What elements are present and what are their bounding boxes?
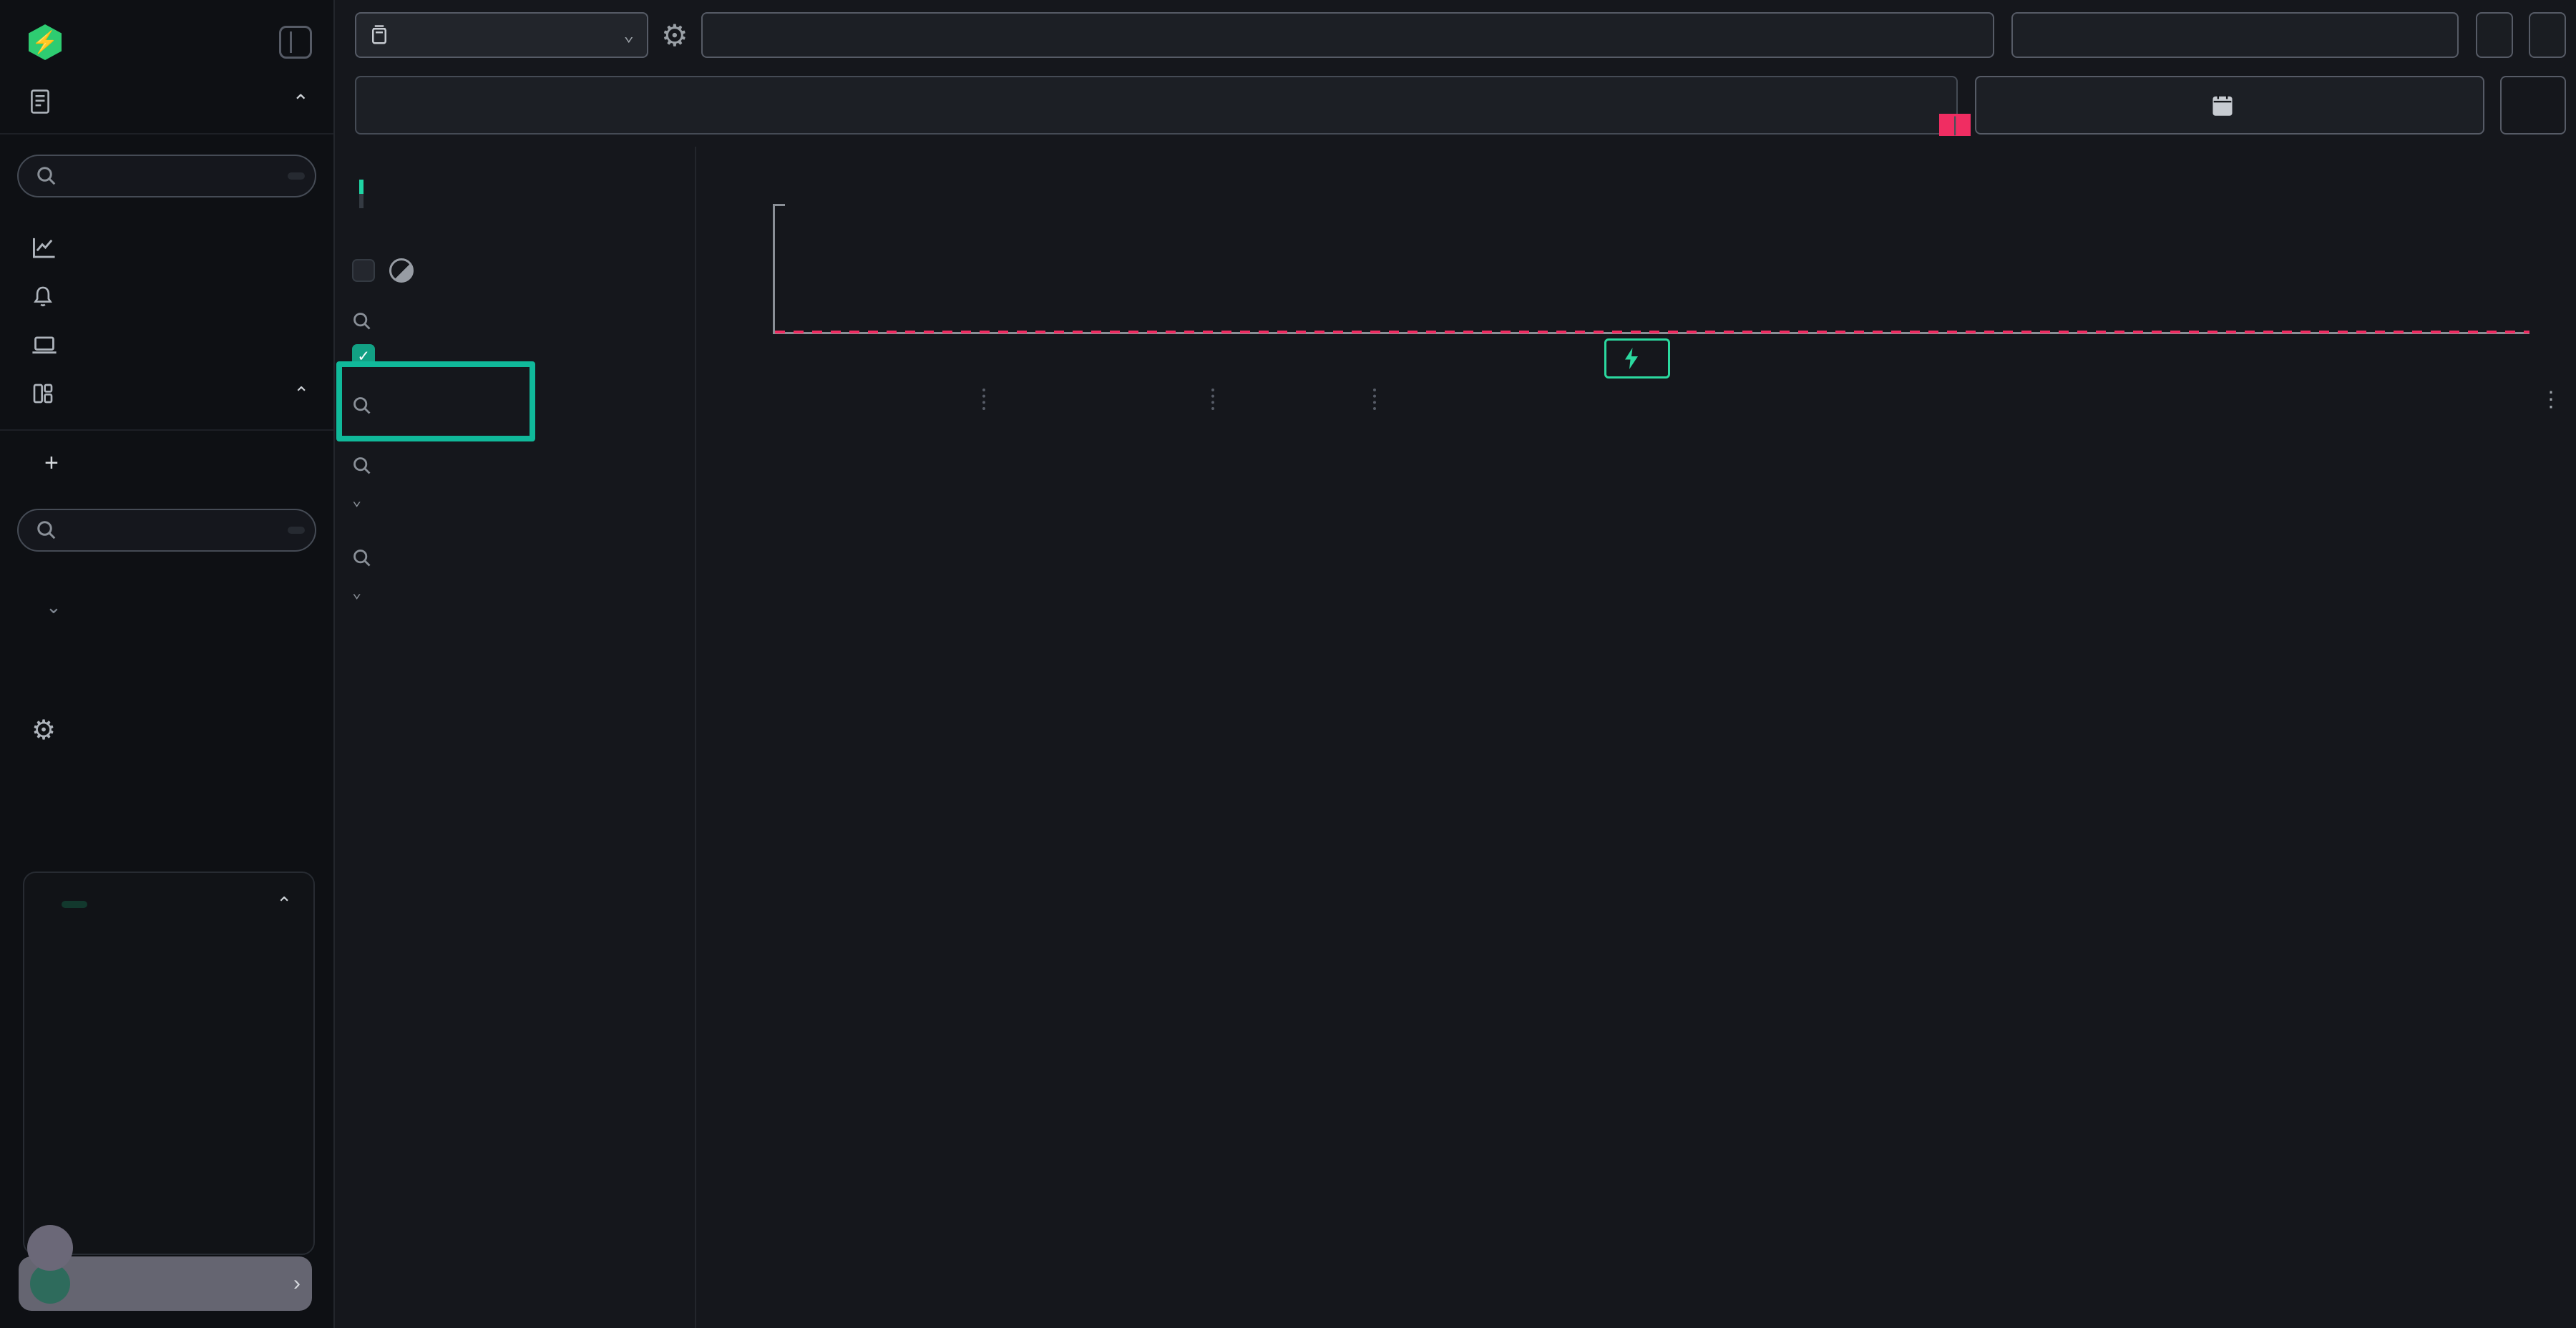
denoise-results-filter[interactable] <box>352 258 675 283</box>
dashboard-grid-icon <box>31 382 63 405</box>
hyperdx-app: ⚡ ⌃ <box>0 0 2576 1328</box>
help-button[interactable] <box>27 1225 73 1271</box>
severity-filter-group <box>352 311 675 331</box>
chevron-up-icon[interactable]: ⌃ <box>293 90 309 114</box>
search-icon[interactable] <box>352 396 372 416</box>
sidebar-item-dashboards[interactable]: ⌃ <box>0 369 333 418</box>
sidebar-item-search[interactable]: ⌃ <box>0 60 333 135</box>
topbar: ⌄ ⚙ | <box>336 0 2576 147</box>
divider: | <box>1939 114 1971 136</box>
column-resize-handle[interactable] <box>1211 389 1219 410</box>
source-settings-gear-icon[interactable]: ⚙ <box>661 18 688 53</box>
preset-item-clickhouse[interactable] <box>0 624 333 643</box>
shortcut-badge <box>288 527 305 534</box>
mode-event-patterns[interactable] <box>364 194 675 208</box>
get-started-card: ⌃ <box>23 872 315 1255</box>
preset-item-services[interactable] <box>0 643 333 661</box>
create-dashboard-button[interactable]: + <box>0 438 333 489</box>
chevron-updown-icon: ⌄ <box>624 25 634 45</box>
span-filter-group <box>352 548 675 568</box>
denoise-icon <box>389 258 414 283</box>
severity-option-error[interactable]: ✓ <box>352 344 675 367</box>
order-by-input[interactable] <box>2011 12 2459 58</box>
checked-checkbox[interactable]: ✓ <box>352 344 375 367</box>
results-area: ⋮ <box>698 147 2576 1328</box>
chevron-up-icon[interactable]: ⌃ <box>276 893 292 915</box>
calendar-icon <box>2212 94 2233 117</box>
chevron-up-icon[interactable]: ⌃ <box>293 383 309 405</box>
get-started-progress-badge <box>62 901 87 908</box>
divider <box>0 429 333 431</box>
search-icon <box>36 519 57 541</box>
column-resize-handle[interactable] <box>1373 389 1380 410</box>
lightning-bolt-icon <box>1624 348 1639 369</box>
presets-toggle[interactable]: ⌄ <box>0 577 333 624</box>
column-resize-handle[interactable] <box>982 389 990 410</box>
bell-icon <box>31 285 63 309</box>
mode-results-table[interactable] <box>364 180 675 194</box>
chart-icon <box>31 236 63 259</box>
sidebar-item-client-sessions[interactable] <box>0 322 333 369</box>
sidebar-collapse-icon[interactable] <box>279 26 312 59</box>
filters-panel: ✓ ⌄ ⌄ <box>336 147 696 1328</box>
search-icon[interactable] <box>352 548 372 568</box>
column-settings-icon[interactable]: ⋮ <box>2530 387 2562 412</box>
results-table: ⋮ <box>705 383 2562 1328</box>
database-icon <box>369 24 389 46</box>
shortcut-badge <box>288 172 305 180</box>
no-saved-searches-label <box>0 197 333 223</box>
baseline-series <box>775 331 2529 333</box>
hyperdx-logo-icon: ⚡ <box>29 24 62 60</box>
preset-item-kubernetes[interactable] <box>0 661 333 680</box>
source-select[interactable]: ⌄ <box>355 12 648 58</box>
chevron-right-icon: › <box>293 1271 301 1296</box>
event-search-input[interactable]: | <box>355 76 1958 135</box>
saved-dashboards-input[interactable] <box>17 509 316 552</box>
trace-show-more[interactable]: ⌄ <box>352 492 675 509</box>
saved-searches-input[interactable] <box>17 155 316 197</box>
gear-icon: ⚙ <box>31 714 56 746</box>
sidebar-item-alerts[interactable] <box>0 272 333 322</box>
chart-plot-area[interactable] <box>773 204 2529 334</box>
sidebar: ⚡ ⌃ <box>0 0 335 1328</box>
alerts-button[interactable] <box>2529 12 2566 58</box>
trace-filter-group <box>352 456 675 476</box>
search-icon[interactable] <box>352 456 372 476</box>
search-icon <box>36 165 57 187</box>
sidebar-item-chart-explorer[interactable] <box>0 223 333 272</box>
no-saved-dashboards-label <box>0 552 333 577</box>
sidebar-item-team-settings[interactable]: ⚙ <box>0 680 333 753</box>
run-query-button[interactable] <box>2500 76 2566 135</box>
save-button[interactable] <box>2476 12 2513 58</box>
service-filter-group <box>352 396 675 416</box>
log-search-icon <box>29 89 52 114</box>
logo-row: ⚡ <box>0 0 333 60</box>
denoise-checkbox[interactable] <box>352 259 375 282</box>
date-range-picker[interactable] <box>1975 76 2484 135</box>
table-header-row: ⋮ <box>705 383 2562 416</box>
select-columns-input[interactable] <box>701 12 1994 58</box>
resume-live-tail-button[interactable] <box>1604 338 1670 379</box>
span-show-more[interactable]: ⌄ <box>352 584 675 602</box>
laptop-icon <box>31 335 63 356</box>
search-icon[interactable] <box>352 311 372 331</box>
plus-icon: + <box>44 449 59 477</box>
